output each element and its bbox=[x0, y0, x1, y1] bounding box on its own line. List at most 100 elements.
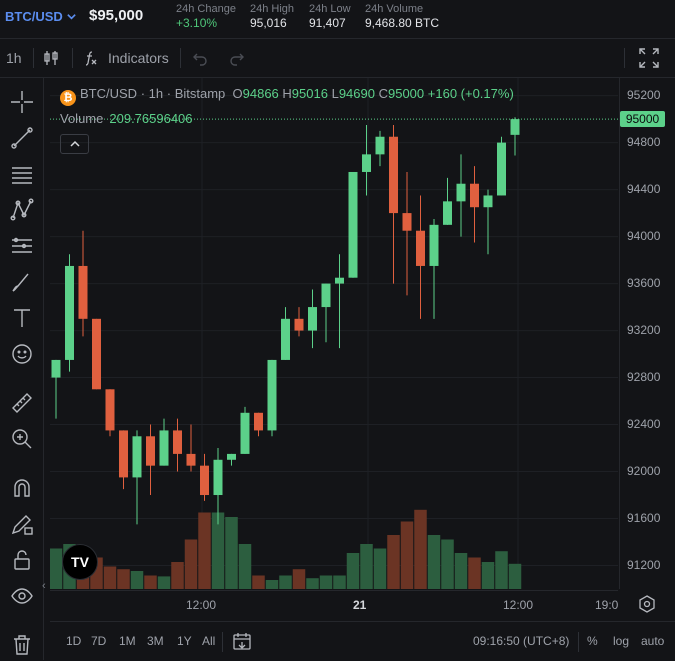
time-axis[interactable]: 12:00 21 12:00 19:0 bbox=[50, 590, 618, 621]
lock-icon bbox=[13, 549, 30, 570]
indicators-button[interactable]: Indicators bbox=[82, 39, 169, 77]
stat-24h-high: 24h High 95,016 bbox=[250, 2, 294, 31]
stat-value: 9,468.80 BTC bbox=[365, 16, 440, 30]
emoji-tool[interactable] bbox=[8, 340, 35, 367]
candle-body bbox=[497, 142, 506, 196]
candle-body bbox=[240, 412, 250, 454]
divider bbox=[578, 632, 579, 652]
candle-body bbox=[335, 277, 344, 284]
time-tick: 19:0 bbox=[595, 598, 619, 612]
price-tick: 92000 bbox=[627, 463, 661, 478]
tradingview-logo[interactable]: TV bbox=[62, 544, 98, 580]
candle-body bbox=[186, 453, 196, 466]
projection-tool[interactable] bbox=[8, 232, 35, 259]
zoom-tool[interactable] bbox=[8, 425, 35, 452]
function-icon bbox=[85, 51, 97, 66]
candle-body bbox=[429, 224, 439, 266]
visibility-tool[interactable] bbox=[8, 582, 35, 609]
stat-24h-change: 24h Change +3.10% bbox=[176, 2, 236, 31]
candle-body bbox=[119, 430, 128, 478]
collapse-toolbar-arrow[interactable]: ‹ bbox=[42, 580, 50, 594]
pattern-tool[interactable] bbox=[8, 196, 35, 223]
crosshair-icon bbox=[10, 90, 33, 113]
candle-body bbox=[281, 318, 290, 360]
drawing-toolbar bbox=[0, 78, 44, 660]
redo-button[interactable] bbox=[229, 39, 245, 77]
lock-tool[interactable] bbox=[8, 546, 35, 573]
price-tick: 93600 bbox=[627, 275, 661, 290]
open-value: 94866 bbox=[242, 86, 279, 101]
ticker-header: BTC/USD $95,000 24h Change +3.10% 24h Hi… bbox=[0, 0, 675, 39]
ohlc-legend: ₿ BTC/USD · 1h · Bitstamp O94866 H95016 L… bbox=[60, 86, 514, 106]
candles bbox=[51, 117, 520, 525]
stat-24h-volume: 24h Volume 9,468.80 BTC bbox=[365, 2, 439, 31]
stat-label: 24h Change bbox=[176, 3, 236, 15]
fib-tool[interactable] bbox=[8, 160, 35, 187]
collapse-legend-button[interactable] bbox=[60, 134, 89, 154]
date-range-button[interactable] bbox=[232, 631, 252, 656]
candle-body bbox=[321, 283, 331, 308]
current-price-label: 95000 bbox=[620, 111, 665, 128]
range-1m[interactable]: 1M bbox=[119, 634, 136, 648]
range-3m[interactable]: 3M bbox=[147, 634, 164, 648]
range-1d[interactable]: 1D bbox=[66, 634, 81, 648]
divider bbox=[33, 48, 34, 68]
open-label: O bbox=[232, 86, 243, 101]
volume-bar bbox=[319, 575, 333, 589]
close-value: 95000 bbox=[387, 86, 425, 101]
candle-body bbox=[200, 465, 209, 496]
stat-value: 95,016 bbox=[250, 16, 287, 30]
change-value: +160 (+0.17%) bbox=[427, 86, 514, 101]
volume-bar bbox=[508, 563, 522, 589]
time-tick: 21 bbox=[353, 598, 367, 612]
lock-drawings-tool[interactable] bbox=[8, 510, 35, 537]
calendar-icon bbox=[233, 633, 251, 650]
low-value: 94690 bbox=[338, 86, 375, 101]
chart-toolbar: 1h Indicators bbox=[0, 39, 675, 78]
volume-value: 209.76596406 bbox=[109, 111, 193, 126]
range-all[interactable]: All bbox=[202, 634, 215, 648]
delete-tool[interactable] bbox=[8, 631, 35, 658]
candle-body bbox=[362, 154, 371, 172]
candle-body bbox=[227, 453, 236, 460]
volume-bar bbox=[414, 509, 427, 589]
undo-button[interactable] bbox=[192, 39, 208, 77]
auto-toggle[interactable]: auto bbox=[641, 634, 664, 648]
range-7d[interactable]: 7D bbox=[91, 634, 106, 648]
price-chart[interactable] bbox=[50, 78, 618, 589]
trendline-tool[interactable] bbox=[8, 124, 35, 151]
interval-button[interactable]: 1h bbox=[6, 39, 22, 77]
price-axis[interactable]: 95200 94800 94400 94000 93600 93200 92800 92400… bbox=[619, 78, 675, 589]
indicators-label: Indicators bbox=[108, 50, 169, 66]
candle-body bbox=[51, 359, 61, 378]
settings-icon bbox=[639, 595, 655, 613]
measure-lines-icon bbox=[11, 237, 32, 253]
candle-body bbox=[173, 430, 182, 454]
fullscreen-button[interactable] bbox=[638, 39, 660, 77]
crosshair-tool[interactable] bbox=[8, 88, 35, 115]
log-toggle[interactable]: log bbox=[613, 634, 629, 648]
stat-24h-low: 24h Low 91,407 bbox=[309, 2, 351, 31]
volume-bar bbox=[468, 557, 481, 589]
trash-icon bbox=[13, 634, 30, 655]
volume-bars bbox=[50, 509, 522, 589]
divider bbox=[72, 48, 73, 68]
axis-settings-button[interactable] bbox=[638, 595, 656, 613]
magnet-tool[interactable] bbox=[8, 474, 35, 501]
price-tick: 95200 bbox=[627, 87, 661, 102]
brush-tool[interactable] bbox=[8, 268, 35, 295]
percent-toggle[interactable]: % bbox=[587, 634, 598, 648]
range-1y[interactable]: 1Y bbox=[177, 634, 192, 648]
volume-bar bbox=[333, 575, 346, 589]
ruler-tool[interactable] bbox=[8, 389, 35, 416]
volume-bar bbox=[225, 517, 238, 589]
text-tool[interactable] bbox=[8, 304, 35, 331]
candle-body bbox=[294, 318, 304, 331]
volume-bar bbox=[144, 575, 157, 589]
candle-body bbox=[389, 136, 398, 214]
candle-style-button[interactable] bbox=[42, 39, 60, 77]
pencil-lock-icon bbox=[11, 514, 33, 535]
pair-selector[interactable]: BTC/USD bbox=[5, 9, 77, 24]
high-value: 95016 bbox=[291, 86, 328, 101]
divider bbox=[222, 632, 223, 652]
